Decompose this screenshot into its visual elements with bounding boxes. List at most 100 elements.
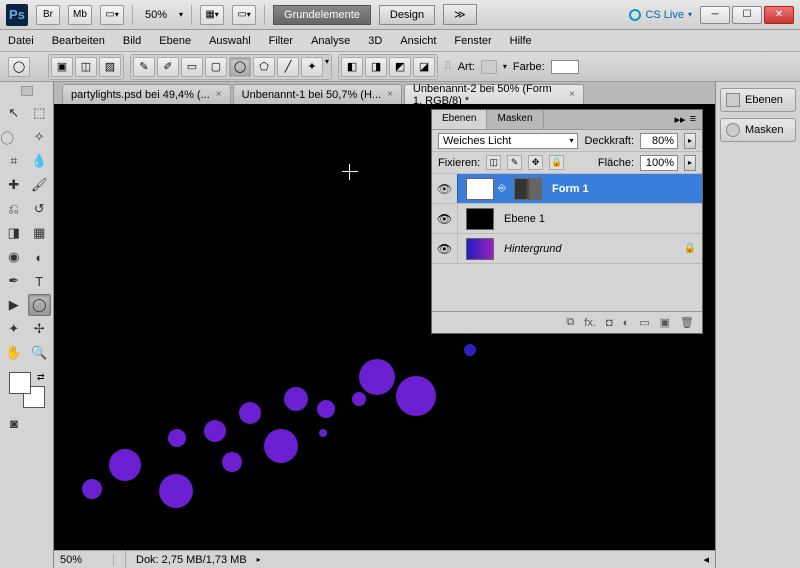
layer-name[interactable]: Form 1 [546,183,696,195]
line-icon[interactable]: ╱ [277,57,299,77]
3d-tool[interactable]: ✦ [2,318,26,340]
shape-tool[interactable]: ◯ [28,294,52,316]
layer-row[interactable]: 👁 Hintergrund 🔒 [432,234,702,264]
quickmask-tool[interactable]: ◙ [2,412,26,434]
wand-tool[interactable]: ✧ [28,126,52,148]
paths-icon[interactable]: ◫ [75,57,97,77]
bridge-button[interactable]: Br [36,5,60,25]
chevron-down-icon[interactable]: ▾ [179,10,183,19]
crop-tool[interactable]: ⌗ [2,150,26,172]
layer-row[interactable]: 👁 ⎆ Form 1 [432,174,702,204]
zoom-tool[interactable]: 🔍 [28,342,52,364]
menu-bild[interactable]: Bild [123,35,141,47]
pen-tool[interactable]: ✒ [2,270,26,292]
minimize-button[interactable]: ─ [700,6,730,24]
workspace-more[interactable]: ≫ [443,4,477,25]
close-button[interactable]: ✕ [764,6,794,24]
custom-shape-icon[interactable]: ✦ [301,57,323,77]
adjustment-icon[interactable]: ◐ [623,317,630,329]
3d-cam-tool[interactable]: ✢ [28,318,52,340]
path-select-tool[interactable]: ▶ [2,294,26,316]
shape-layers-icon[interactable]: ▣ [51,57,73,77]
layer-row[interactable]: 👁 Ebene 1 [432,204,702,234]
opacity-input[interactable]: 80% [640,133,678,149]
status-docinfo[interactable]: Dok: 2,75 MB/1,73 MB [126,554,257,566]
doc-tab-2[interactable]: Unbenannt-2 bei 50% (Form 1, RGB/8) *× [404,84,584,104]
cslive-button[interactable]: CS Live▾ [629,9,692,21]
color-swatches[interactable]: ⇄ [9,372,45,408]
screen-mode-button[interactable]: ▭▾ [100,5,124,25]
doc-tab-1[interactable]: Unbenannt-1 bei 50,7% (H...× [233,84,402,104]
stamp-tool[interactable]: ⎌ [2,198,26,220]
fill-input[interactable]: 100% [640,155,678,171]
visibility-icon[interactable]: 👁 [432,174,458,203]
close-icon[interactable]: × [569,89,575,100]
lock-transparent-icon[interactable]: ◫ [486,155,501,170]
gradient-tool[interactable]: ▦ [28,222,52,244]
layer-thumb[interactable] [466,208,494,230]
move-tool[interactable]: ↖ [2,102,26,124]
freeform-pen-icon[interactable]: ✐ [157,57,179,77]
pen-icon[interactable]: ✎ [133,57,155,77]
link-layers-icon[interactable]: ⧉ [566,316,574,329]
workspace-design[interactable]: Design [379,5,435,25]
new-layer-icon[interactable]: ▣ [660,316,670,329]
fx-icon[interactable]: fx. [584,317,596,329]
lasso-tool[interactable]: ⃝ [2,126,26,148]
status-zoom[interactable]: 50% [54,554,114,566]
type-tool[interactable]: T [28,270,52,292]
toolbar-toggle[interactable] [21,86,33,96]
menu-bearbeiten[interactable]: Bearbeiten [52,35,105,47]
doc-tab-0[interactable]: partylights.psd bei 49,4% (...× [62,84,231,104]
chevron-right-icon[interactable]: ▸ [684,155,696,171]
close-icon[interactable]: × [216,89,222,100]
intersect-area-icon[interactable]: ◩ [389,57,411,77]
maximize-button[interactable]: ☐ [732,6,762,24]
polygon-icon[interactable]: ⬠ [253,57,275,77]
layer-name[interactable]: Hintergrund [498,243,680,255]
lock-all-icon[interactable]: 🔒 [549,155,564,170]
visibility-icon[interactable]: 👁 [432,204,458,233]
lock-pixels-icon[interactable]: ✎ [507,155,522,170]
eraser-tool[interactable]: ◨ [2,222,26,244]
foreground-color[interactable] [9,372,31,394]
style-swatch[interactable] [481,60,497,74]
visibility-icon[interactable]: 👁 [432,234,458,263]
swap-colors-icon[interactable]: ⇄ [37,372,45,383]
group-icon[interactable]: ▭ [639,316,649,329]
menu-datei[interactable]: Datei [8,35,34,47]
brush-tool[interactable]: 🖌 [28,174,52,196]
eyedropper-tool[interactable]: 💧 [28,150,52,172]
ellipse-icon[interactable]: ◯ [229,57,251,77]
lock-position-icon[interactable]: ✥ [528,155,543,170]
link-icon[interactable]: ⎆ [498,183,506,194]
minibridge-button[interactable]: Mb [68,5,92,25]
chevron-right-icon[interactable]: ▸ [257,555,261,564]
rect-icon[interactable]: ▭ [181,57,203,77]
workspace-grundelemente[interactable]: Grundelemente [273,5,371,25]
panel-collapse-icon[interactable]: ▸▸ [675,113,686,126]
menu-3d[interactable]: 3D [368,35,382,47]
dodge-tool[interactable]: ◐ [28,246,52,268]
arrange-button[interactable]: ▦▾ [200,5,224,25]
hand-tool[interactable]: ✋ [2,342,26,364]
subtract-area-icon[interactable]: ◨ [365,57,387,77]
add-area-icon[interactable]: ◧ [341,57,363,77]
scroll-left-icon[interactable]: ◂ [697,553,715,566]
panel-ebenen-button[interactable]: Ebenen [720,88,796,112]
menu-ebene[interactable]: Ebene [159,35,191,47]
menu-filter[interactable]: Filter [269,35,293,47]
heal-tool[interactable]: ✚ [2,174,26,196]
mask-icon[interactable]: ◘ [606,317,613,329]
layers-panel[interactable]: Ebenen Masken ▸▸≡ Weiches Licht▾ Deckkra… [431,109,703,334]
trash-icon[interactable]: 🗑 [680,316,694,329]
menu-fenster[interactable]: Fenster [454,35,491,47]
layer-thumb[interactable] [466,238,494,260]
tab-masken[interactable]: Masken [487,110,543,129]
chevron-down-icon[interactable]: ▾ [325,57,329,77]
menu-hilfe[interactable]: Hilfe [510,35,532,47]
roundrect-icon[interactable]: ▢ [205,57,227,77]
exclude-area-icon[interactable]: ◪ [413,57,435,77]
blend-mode-select[interactable]: Weiches Licht▾ [438,133,578,149]
menu-ansicht[interactable]: Ansicht [400,35,436,47]
